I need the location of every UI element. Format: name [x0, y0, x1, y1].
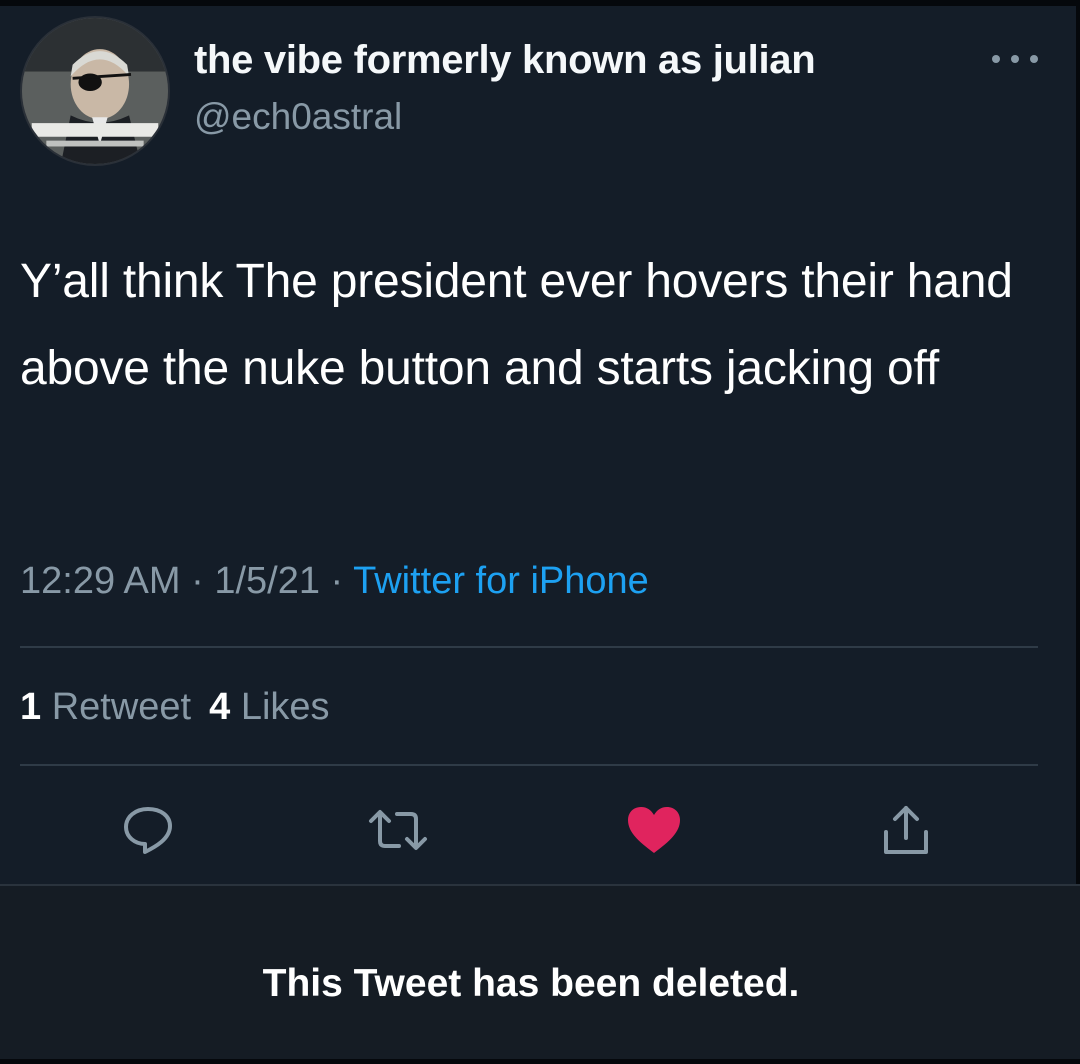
avatar-image: [22, 18, 168, 164]
deleted-notice-text: This Tweet has been deleted.: [262, 962, 800, 1005]
tweet-date[interactable]: 1/5/21: [214, 560, 320, 602]
retweets-label: Retweet: [51, 686, 192, 728]
tweet-source-link[interactable]: Twitter for iPhone: [353, 560, 649, 602]
reply-button[interactable]: [116, 800, 180, 860]
likes-count: 4: [209, 686, 231, 728]
dot: [992, 55, 1000, 63]
user-handle[interactable]: @ech0astral: [194, 96, 402, 138]
engagement-stats: 1 Retweet 4 Likes: [20, 686, 330, 729]
divider: [20, 646, 1038, 648]
bottom-edge: [0, 1059, 1080, 1064]
tweet-metadata: 12:29 AM · 1/5/21 · Twitter for iPhone: [20, 560, 649, 603]
retweets-stat[interactable]: 1 Retweet: [20, 686, 191, 728]
divider: [20, 764, 1038, 766]
retweets-count: 1: [20, 686, 42, 728]
separator: ·: [180, 560, 215, 602]
like-button[interactable]: [622, 800, 686, 860]
tweet-time[interactable]: 12:29 AM: [20, 560, 181, 602]
avatar[interactable]: [20, 16, 170, 166]
tweet-screenshot: the vibe formerly known as julian @ech0a…: [0, 0, 1080, 1064]
retweet-button[interactable]: [366, 800, 430, 860]
reply-icon: [124, 807, 172, 854]
share-button[interactable]: [874, 800, 938, 860]
retweet-icon: [369, 810, 427, 850]
more-options-icon[interactable]: [992, 46, 1038, 72]
display-name[interactable]: the vibe formerly known as julian: [194, 38, 816, 83]
separator: ·: [320, 560, 354, 602]
share-icon: [884, 806, 928, 854]
dot: [1011, 55, 1019, 63]
heart-icon: [628, 807, 680, 853]
tweet-text: Y’all think The president ever hovers th…: [20, 255, 1013, 395]
likes-stat[interactable]: 4 Likes: [209, 686, 329, 728]
likes-label: Likes: [240, 686, 330, 728]
dot: [1030, 55, 1038, 63]
top-edge: [0, 0, 1080, 6]
